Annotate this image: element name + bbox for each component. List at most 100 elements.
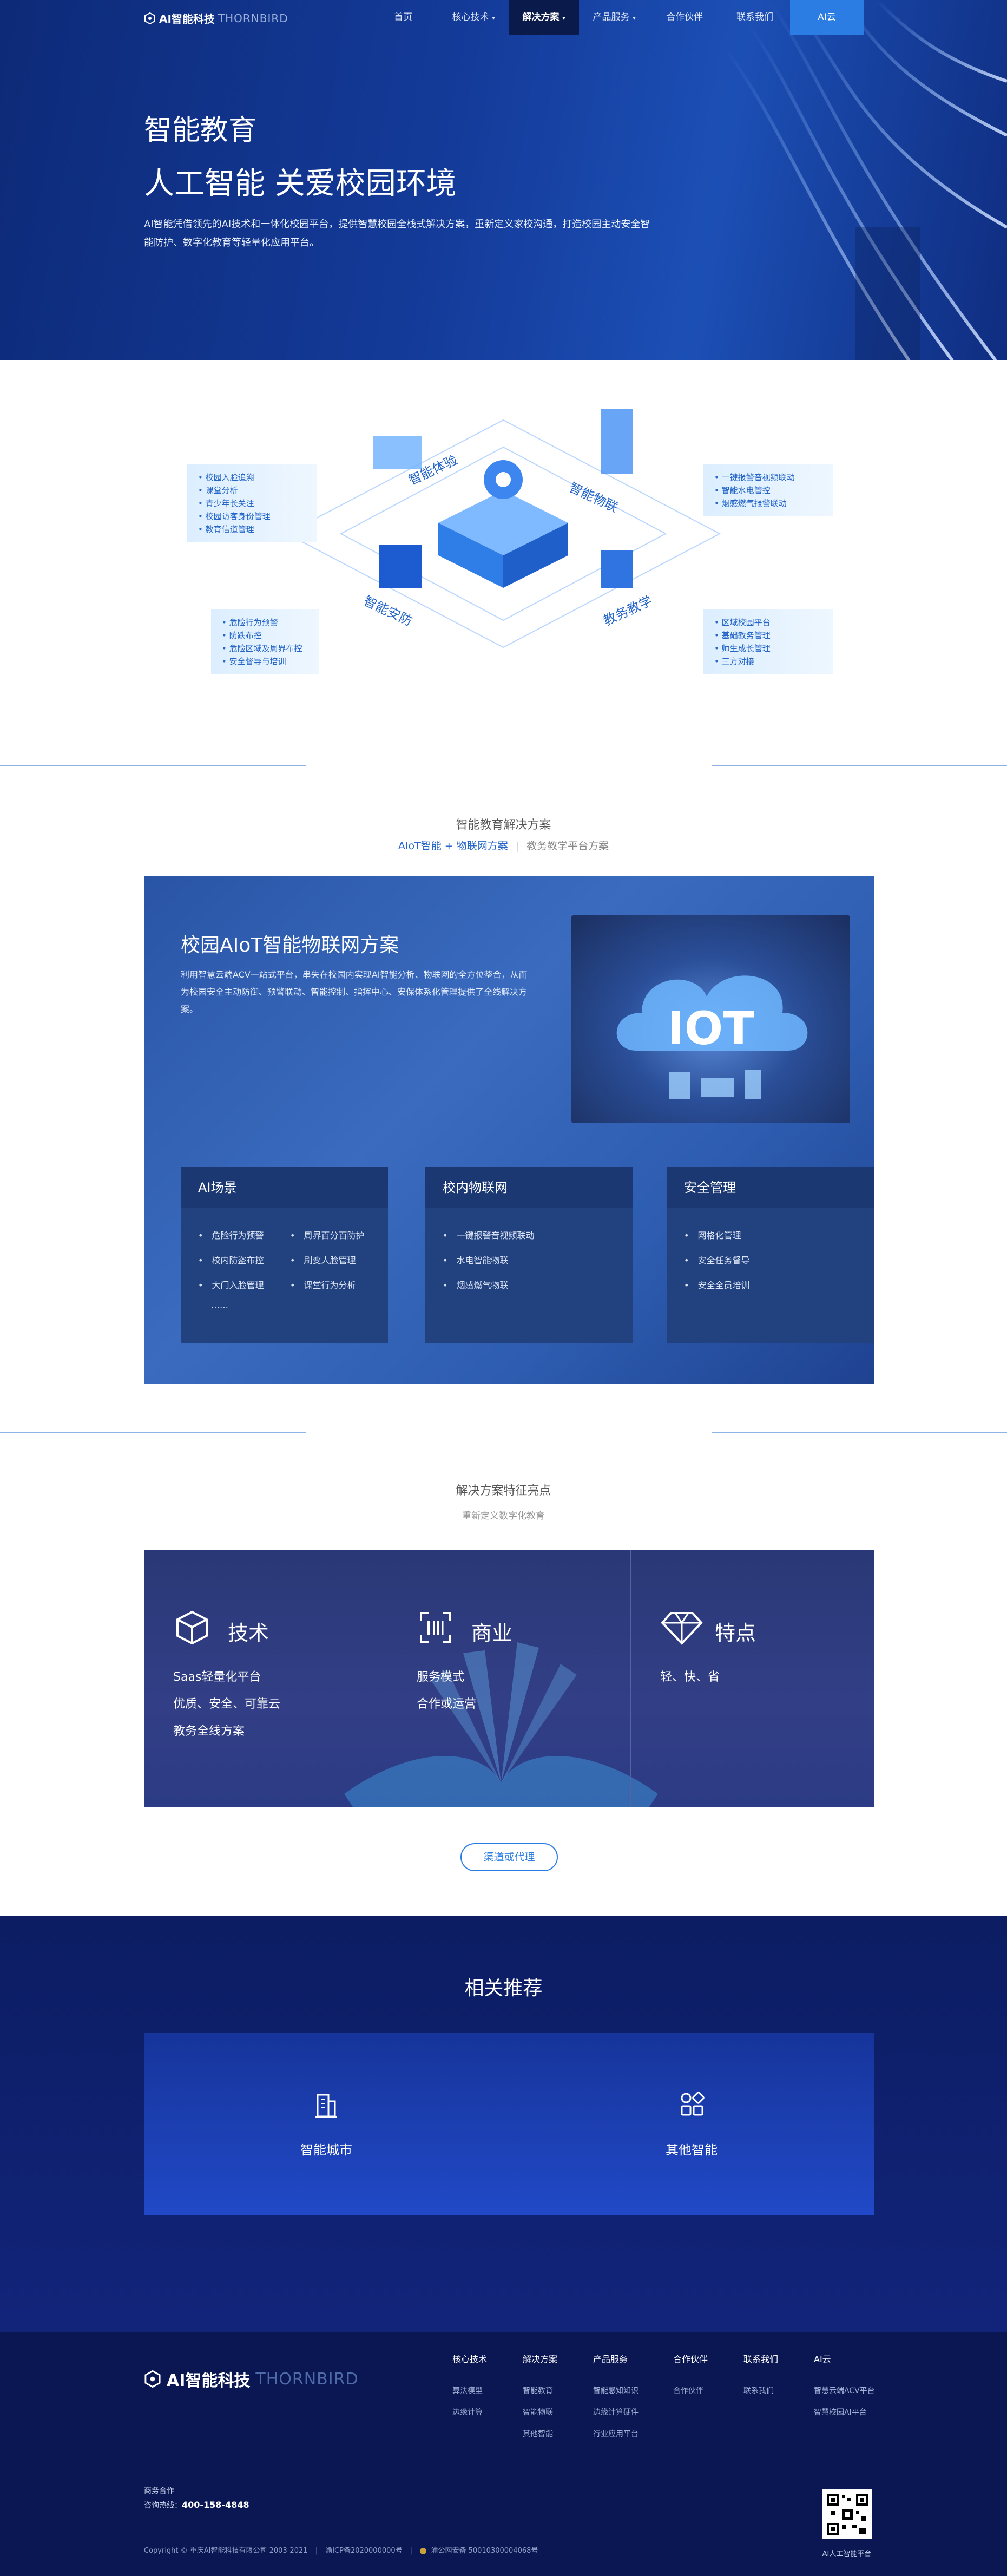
nav-item-solutions[interactable]: 解决方案 ▾: [509, 0, 579, 35]
nav-item-home[interactable]: 首页: [368, 0, 438, 35]
nav-item-ai-cloud[interactable]: AI云: [790, 0, 864, 35]
tab-aiot[interactable]: AIoT智能 + 物联网方案: [391, 838, 516, 853]
callout-item: 教育信道管理: [198, 523, 306, 536]
feature-lines: Saas轻量化平台 优质、安全、可靠云 教务全线方案: [173, 1664, 280, 1745]
callout-item: 基础教务管理: [714, 629, 822, 642]
footer-col-core-tech: 核心技术 算法模型 边缘计算: [452, 2349, 487, 2423]
callout-item: 防跌布控: [222, 629, 308, 642]
callout-item: 危险行为预警: [222, 616, 308, 629]
nav-item-products[interactable]: 产品服务 ▾: [579, 0, 649, 35]
card-item: 水电智能物联: [443, 1248, 508, 1273]
related-card-label: 智能城市: [300, 2142, 352, 2158]
footer-col-head[interactable]: 产品服务: [593, 2349, 639, 2370]
feature-title: 商业: [471, 1621, 513, 1645]
footer-link[interactable]: 算法模型: [452, 2380, 487, 2402]
nav-label: 解决方案: [522, 12, 560, 23]
footer-col-solutions: 解决方案 智能教育 智能物联 其他智能: [523, 2349, 557, 2445]
svg-text:智能安防: 智能安防: [361, 593, 414, 629]
police-badge-icon: [420, 2547, 427, 2554]
police-record[interactable]: 渝公网安备 50010300004068号: [431, 2547, 538, 2555]
callout-item: 课堂分析: [198, 484, 306, 497]
related-card-label: 其他智能: [666, 2142, 718, 2158]
nav-item-contact[interactable]: 联系我们: [720, 0, 790, 35]
page: 智能教育 人工智能 关爱校园环境 AI智能凭借领先的AI技术和一体化校园平台，提…: [0, 0, 1007, 2576]
feature-line: 合作或运营: [417, 1697, 477, 1711]
footer-col-head[interactable]: 联系我们: [743, 2349, 778, 2370]
card-item: 刷变人脸管理: [290, 1248, 356, 1273]
svg-text:智能物联: 智能物联: [567, 480, 620, 515]
site-footer: AI智能科技 THORNBIRD 核心技术 算法模型 边缘计算 解决方案 智能教…: [0, 2332, 1007, 2576]
callout-item: 校园访客身份管理: [198, 510, 306, 523]
divider: [712, 765, 1007, 766]
footer-brand-name: AI智能科技: [167, 2371, 251, 2390]
footer-copyright: Copyright © 重庆AI智能科技有限公司 2003-2021 | 渝IC…: [144, 2545, 538, 2555]
card-more: ……: [211, 1300, 228, 1310]
brand-logo[interactable]: AI智能科技 THORNBIRD: [144, 10, 288, 26]
separator: |: [315, 2547, 318, 2555]
chevron-down-icon: ▾: [492, 16, 495, 22]
footer-col-head[interactable]: 解决方案: [523, 2349, 557, 2370]
card-item: 安全任务督导: [684, 1248, 749, 1273]
footer-link[interactable]: 智能感知知识: [593, 2380, 639, 2402]
footer-link[interactable]: 智慧校园AI平台: [814, 2402, 875, 2423]
feature-traits: 特点 轻、快、省: [631, 1550, 874, 1807]
icp-number[interactable]: 渝ICP备2020000000号: [325, 2547, 402, 2555]
footer-link[interactable]: 边缘计算硬件: [593, 2402, 639, 2423]
feature-line: 服务模式: [417, 1670, 465, 1684]
nav-label: 首页: [394, 12, 412, 23]
feature-line: 轻、快、省: [660, 1670, 720, 1684]
nav-item-core-tech[interactable]: 核心技术 ▾: [438, 0, 509, 35]
footer-col-head[interactable]: 合作伙伴: [673, 2349, 708, 2370]
related-card-other[interactable]: 其他智能: [509, 2033, 874, 2215]
logo-icon: [144, 12, 155, 24]
footer-link[interactable]: 联系我们: [743, 2380, 778, 2402]
iot-cloud-image: IOT: [571, 915, 850, 1123]
building-icon: [315, 2094, 337, 2118]
feature-lines: 轻、快、省: [660, 1664, 720, 1691]
feature-lines: 服务模式 合作或运营: [417, 1664, 476, 1718]
related-section: 相关推荐 智能城市 其他智能: [0, 1916, 1007, 2332]
hero-banner: 智能教育 人工智能 关爱校园环境 AI智能凭借领先的AI技术和一体化校园平台，提…: [0, 0, 1007, 360]
callout-item: 危险区域及周界布控: [222, 642, 308, 655]
features-subtitle: 重新定义数字化教育: [462, 1511, 545, 1522]
nav-item-partners[interactable]: 合作伙伴: [649, 0, 720, 35]
footer-link[interactable]: 边缘计算: [452, 2402, 487, 2423]
callout-iot: 一键报警音视频联动 智能水电管控 烟感燃气报警联动: [703, 464, 833, 516]
card-body: 一键报警音视频联动 水电智能物联 烟感燃气物联: [425, 1208, 633, 1298]
footer-contact: 商务合作 咨询热线：400-158-4848: [144, 2484, 249, 2513]
channel-agent-button[interactable]: 渠道或代理: [460, 1843, 558, 1871]
smart-campus-illustration: 智能体验 智能物联 智能安防 教务教学 校园入脸追溯 课堂分析 青少年长关注 校…: [0, 360, 1007, 739]
callout-item: 校园入脸追溯: [198, 471, 306, 484]
nav-label: 联系我们: [736, 12, 773, 23]
footer-link[interactable]: 其他智能: [523, 2423, 557, 2445]
footer-col-head[interactable]: 核心技术: [452, 2349, 487, 2370]
card-item: 周界百分百防护: [290, 1223, 364, 1248]
feature-line: 优质、安全、可靠云: [173, 1697, 281, 1711]
hotline-number: 400-158-4848: [182, 2500, 249, 2510]
footer-link[interactable]: 智能物联: [523, 2402, 557, 2423]
nav-menu: 首页 核心技术 ▾ 解决方案 ▾ 产品服务 ▾ 合作伙伴 联系我们 AI云: [368, 0, 864, 35]
qr-code-label: AI人工智能平台: [822, 2550, 872, 2558]
callout-security: 危险行为预警 防跌布控 危险区域及周界布控 安全督导与培训: [211, 609, 319, 674]
callout-item: 一键报警音视频联动: [714, 471, 822, 484]
related-title: 相关推荐: [464, 1977, 543, 2000]
footer-link[interactable]: 智慧云端ACV平台: [814, 2380, 875, 2402]
footer-col-head[interactable]: AI云: [814, 2349, 875, 2370]
card-item: 一键报警音视频联动: [443, 1223, 534, 1248]
panel-description: 利用智慧云端ACV一站式平台，串失在校园内实现AI智能分析、物联网的全方位整合，…: [181, 969, 528, 1014]
related-card-smart-city[interactable]: 智能城市: [144, 2033, 509, 2215]
footer-link[interactable]: 智能教育: [523, 2380, 557, 2402]
footer-link[interactable]: 合作伙伴: [673, 2380, 708, 2402]
feature-title: 特点: [715, 1621, 756, 1645]
footer-col-ai-cloud: AI云 智慧云端ACV平台 智慧校园AI平台: [814, 2349, 875, 2423]
footer-logo[interactable]: AI智能科技 THORNBIRD: [144, 2367, 359, 2391]
tab-teaching-platform[interactable]: 教务教学平台方案: [519, 838, 616, 853]
scan-icon: [420, 1612, 451, 1643]
footer-link[interactable]: 行业应用平台: [593, 2423, 639, 2445]
logo-icon: [144, 2370, 161, 2388]
business-label: 商务合作: [144, 2487, 174, 2495]
cube-icon: [176, 1610, 208, 1645]
hero-description: AI智能凭借领先的AI技术和一体化校园平台，提供智慧校园全栈式解决方案，重新定义…: [144, 219, 650, 248]
divider: [0, 1432, 306, 1433]
separator: |: [410, 2547, 413, 2555]
